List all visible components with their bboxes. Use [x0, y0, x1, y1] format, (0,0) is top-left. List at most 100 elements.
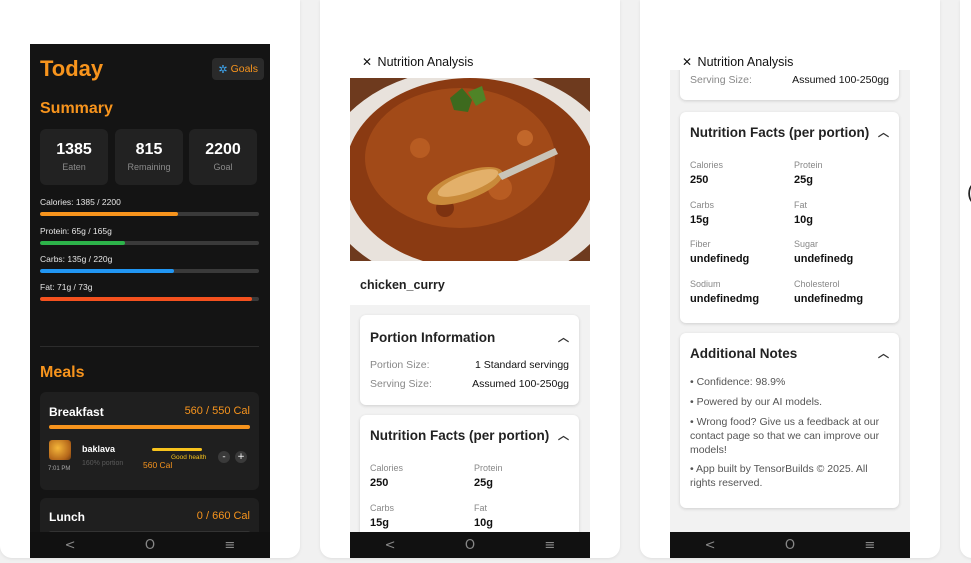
screenshot-card-partial: ( — [960, 0, 971, 558]
screenshot-card-analysis-scrolled: Serving Size: Assumed 100-250gg ✕ Nutrit… — [640, 0, 940, 558]
fact-value: 10g — [474, 517, 493, 529]
note-item: • Confidence: 98.9% — [690, 376, 786, 388]
fact-value: 250 — [690, 174, 709, 186]
close-icon[interactable]: ✕ — [682, 55, 692, 69]
nutrition-facts-panel[interactable]: Nutrition Facts (per portion) ︿ Calories… — [360, 415, 579, 545]
meal-calories: 0 / 660 Cal — [196, 510, 250, 522]
stat-label: Goal — [213, 162, 233, 172]
fact-value: 250 — [370, 477, 389, 489]
progress-track — [40, 241, 259, 245]
fact-label: Protein — [794, 160, 823, 170]
analysis-screen-scrolled: Serving Size: Assumed 100-250gg ✕ Nutrit… — [670, 44, 910, 558]
note-item: • Wrong food? Give us a feedback at our … — [690, 416, 880, 456]
food-portion: 160% portion — [82, 460, 124, 467]
back-nav-button[interactable]: < — [385, 538, 396, 553]
meals-heading: Meals — [40, 364, 85, 381]
panel-title: Nutrition Facts (per portion) — [370, 427, 550, 443]
note-item: • Powered by our AI models. — [690, 396, 823, 408]
macro-label: Fat: 71g / 73g — [40, 282, 93, 292]
macro-label: Protein: 65g / 165g — [40, 226, 112, 236]
progress-fill — [40, 297, 253, 301]
macro-carbs: Carbs: 135g / 220g — [40, 254, 259, 273]
chevron-up-icon[interactable]: ︿ — [558, 329, 569, 345]
increase-portion-button[interactable]: + — [235, 451, 247, 463]
fact-calories: Calories 250 — [690, 160, 723, 186]
food-name: chicken_curry — [350, 261, 590, 305]
home-nav-button[interactable]: O — [145, 538, 155, 553]
serving-size-value: Assumed 100-250gg — [472, 378, 569, 390]
macro-calories: Calories: 1385 / 2200 — [40, 197, 259, 216]
fact-label: Sugar — [794, 239, 819, 249]
fact-cholesterol: Cholesterol undefinedmg — [794, 279, 863, 305]
analysis-screen: ✕ Nutrition Analysis chicken_curry Porti… — [350, 44, 590, 558]
food-name: baklava — [82, 444, 116, 454]
meal-progress-bar — [49, 425, 250, 429]
screen-title: Nutrition Analysis — [377, 55, 474, 69]
meal-card-breakfast[interactable]: Breakfast 560 / 550 Cal 7:01 PM baklava … — [40, 392, 259, 490]
summary-heading: Summary — [40, 100, 113, 117]
home-nav-button[interactable]: O — [465, 538, 475, 553]
close-icon[interactable]: ✕ — [362, 55, 372, 69]
fact-carbs: Carbs 15g — [370, 503, 394, 529]
recents-nav-button[interactable]: ≡ — [544, 538, 555, 553]
fact-protein: Protein 25g — [794, 160, 823, 186]
panel-title: Portion Information — [370, 329, 496, 345]
meal-name: Breakfast — [49, 405, 104, 419]
panel-title: Additional Notes — [690, 345, 798, 361]
meal-name: Lunch — [49, 510, 85, 524]
gear-icon: ✲ — [218, 62, 228, 76]
top-bar: ✕ Nutrition Analysis — [350, 44, 590, 78]
fact-value: undefinedg — [690, 253, 750, 265]
macro-label: Carbs: 135g / 220g — [40, 254, 113, 264]
progress-track — [40, 297, 259, 301]
chevron-up-icon[interactable]: ︿ — [878, 345, 889, 361]
fact-label: Calories — [370, 463, 404, 473]
goals-button[interactable]: ✲ Goals — [212, 58, 264, 80]
back-nav-button[interactable]: < — [65, 538, 76, 553]
fact-protein: Protein 25g — [474, 463, 503, 489]
screenshot-card-today: Today ✲ Goals Summary 1385 Eaten 815 Rem… — [0, 0, 300, 558]
curry-image — [350, 78, 590, 261]
fact-label: Fiber — [690, 239, 711, 249]
portion-size-value: 1 Standard servingg — [475, 359, 569, 371]
chevron-up-icon[interactable]: ︿ — [878, 124, 889, 140]
health-label: Good health — [171, 454, 207, 461]
goals-label: Goals — [230, 63, 258, 75]
stat-value: 2200 — [205, 141, 241, 158]
system-nav-bar: < O ≡ — [670, 532, 910, 558]
screen-title: Nutrition Analysis — [697, 55, 794, 69]
additional-notes-panel[interactable]: Additional Notes ︿ • Confidence: 98.9% •… — [680, 333, 899, 508]
fact-label: Carbs — [690, 200, 715, 210]
food-thumbnail — [49, 440, 71, 460]
page-title: Today — [40, 56, 104, 81]
stat-label: Remaining — [127, 162, 171, 172]
divider — [40, 346, 259, 347]
system-nav-bar: < O ≡ — [350, 532, 590, 558]
recents-nav-button[interactable]: ≡ — [864, 538, 875, 553]
fact-value: undefinedg — [794, 253, 854, 265]
stat-label: Eaten — [62, 162, 86, 172]
fact-calories: Calories 250 — [370, 463, 403, 489]
back-nav-button[interactable]: < — [705, 538, 716, 553]
serving-size-value: Assumed 100-250gg — [792, 74, 889, 86]
macro-label: Calories: 1385 / 2200 — [40, 197, 121, 207]
meal-calories: 560 / 550 Cal — [184, 405, 250, 417]
fact-value: 25g — [794, 174, 813, 186]
progress-track — [40, 269, 259, 273]
fact-label: Cholesterol — [794, 279, 840, 289]
home-nav-button[interactable]: O — [785, 538, 795, 553]
nutrition-facts-panel[interactable]: Nutrition Facts (per portion) ︿ Calories… — [680, 112, 899, 323]
fact-sugar: Sugar undefinedg — [794, 239, 853, 265]
food-calories: 560 Cal — [143, 460, 173, 470]
decrease-portion-button[interactable]: - — [218, 451, 230, 463]
chevron-up-icon[interactable]: ︿ — [558, 427, 569, 443]
progress-fill — [40, 269, 174, 273]
fact-label: Calories — [690, 160, 724, 170]
portion-info-panel[interactable]: Portion Information ︿ Portion Size: 1 St… — [360, 315, 579, 405]
fact-fat: Fat 10g — [474, 503, 493, 529]
food-item-row[interactable]: 7:01 PM baklava 160% portion 560 Cal Goo… — [40, 438, 259, 478]
recents-nav-button[interactable]: ≡ — [224, 538, 235, 553]
partial-glyph: ( — [967, 182, 971, 205]
fact-label: Fat — [474, 503, 488, 513]
stat-value: 1385 — [56, 141, 92, 158]
